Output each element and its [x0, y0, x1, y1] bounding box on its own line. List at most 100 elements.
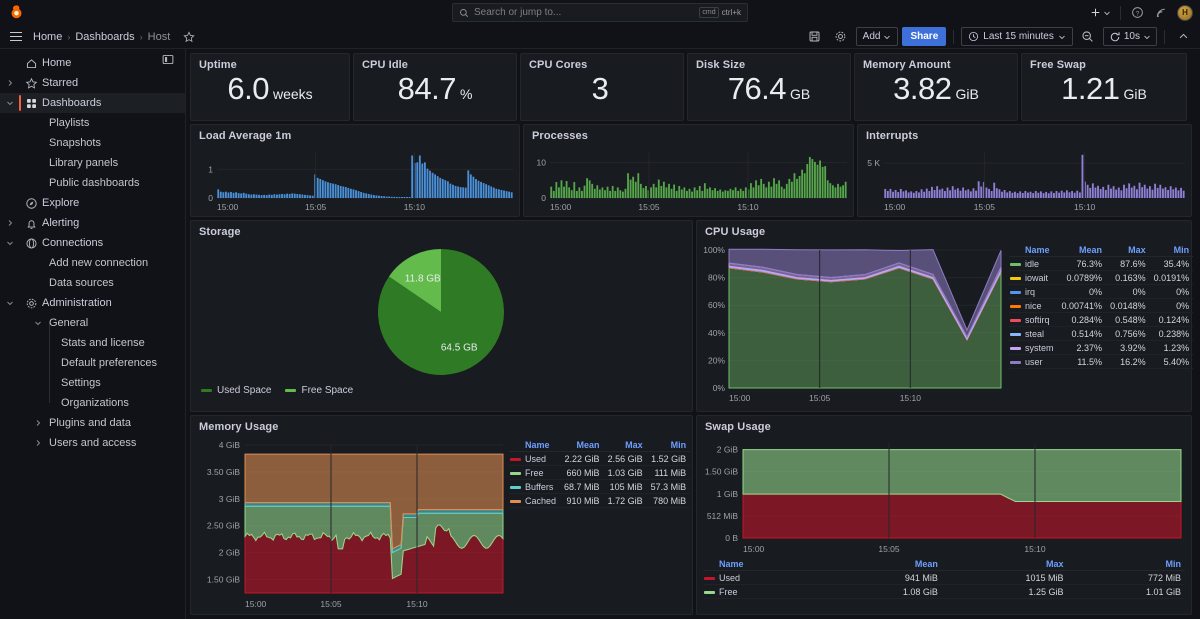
- svg-text:15:05: 15:05: [809, 393, 831, 403]
- sidebar-item-label: Default preferences: [61, 357, 157, 369]
- sidebar-item-starred[interactable]: Starred: [0, 73, 185, 93]
- sidebar-item-label: Home: [42, 57, 72, 69]
- legend-row[interactable]: iowait 0.0789% 0.163% 0.0191%: [1009, 270, 1194, 285]
- star-outline-icon[interactable]: [183, 30, 195, 43]
- svg-text:10: 10: [537, 158, 547, 168]
- legend-item-used-space[interactable]: Used Space: [201, 385, 271, 396]
- add-label: Add: [862, 31, 881, 42]
- chevron-down-icon[interactable]: [0, 239, 20, 247]
- panel-title: Disk Size: [696, 59, 746, 71]
- sidebar-item-home[interactable]: Home: [0, 53, 185, 73]
- refresh-picker[interactable]: 10s: [1102, 27, 1157, 46]
- panel-title: CPU Idle: [362, 59, 409, 71]
- legend-series-name: Used: [703, 570, 825, 585]
- global-search[interactable]: Search or jump to... cmd ctrl+k: [452, 3, 748, 22]
- sidebar-item-library-panels[interactable]: Library panels: [0, 153, 185, 173]
- breadcrumb-item-home[interactable]: Home: [33, 31, 62, 43]
- hamburger-menu-icon[interactable]: [6, 27, 26, 47]
- sidebar-item-dashboards[interactable]: Dashboards: [0, 93, 185, 113]
- add-panel-button[interactable]: Add: [855, 27, 899, 46]
- legend-mean: 76.3%: [1057, 256, 1107, 271]
- legend-swatch: [285, 389, 297, 392]
- panel-interrupts: Interrupts 5 K 15:00 15:05 15:10: [857, 124, 1192, 217]
- sidebar-item-data-sources[interactable]: Data sources: [0, 273, 185, 293]
- chevron-up-icon[interactable]: [1172, 27, 1194, 47]
- legend-swatch: [1010, 263, 1021, 266]
- legend-row[interactable]: user 11.5% 16.2% 5.40%: [1009, 354, 1194, 369]
- legend-swatch: [1010, 361, 1021, 364]
- user-avatar[interactable]: H: [1174, 3, 1196, 23]
- legend-row[interactable]: idle 76.3% 87.6% 35.4%: [1009, 256, 1194, 271]
- legend-row[interactable]: nice 0.00741% 0.0148% 0%: [1009, 298, 1194, 313]
- legend-max: 0.548%: [1106, 312, 1150, 327]
- sidebar-item-add-new-connection[interactable]: Add new connection: [0, 253, 185, 273]
- legend-item-free-space[interactable]: Free Space: [285, 385, 353, 396]
- chevron-right-icon[interactable]: [28, 439, 48, 447]
- stat-value: 6.0 weeks: [191, 73, 349, 117]
- sidebar-item-connections[interactable]: Connections: [0, 233, 185, 253]
- save-disk-icon[interactable]: [804, 27, 826, 47]
- sidebar-item-playlists[interactable]: Playlists: [0, 113, 185, 133]
- search-shortcut: cmd ctrl+k: [699, 7, 741, 18]
- sidebar-item-default-preferences[interactable]: Default preferences: [0, 353, 185, 373]
- legend-mean: 941 MiB: [824, 570, 942, 585]
- divider: [1164, 29, 1165, 44]
- panel-swap-usage: Swap Usage 0 B 512 MiB 1 GiB 1.50 GiB 2 GiB 1…: [696, 415, 1192, 615]
- sidebar-item-alerting[interactable]: Alerting: [0, 213, 185, 233]
- svg-text:15:05: 15:05: [878, 544, 900, 554]
- legend-table: Name Mean Max Min Used 2.22 GiB 2.56 GiB 1.52 G…: [509, 439, 691, 508]
- breadcrumb-item-dashboards[interactable]: Dashboards: [75, 31, 134, 43]
- panel-title: CPU Usage: [705, 226, 766, 238]
- gear-icon[interactable]: [830, 27, 852, 47]
- sidebar-item-general[interactable]: General: [0, 313, 185, 333]
- sidebar-item-label: Public dashboards: [49, 177, 140, 189]
- share-button[interactable]: Share: [902, 27, 947, 46]
- sidebar-item-explore[interactable]: Explore: [0, 193, 185, 213]
- sidebar-item-organizations[interactable]: Organizations: [0, 393, 185, 413]
- area-free: [742, 449, 1182, 503]
- legend-row[interactable]: Free 1.08 GiB 1.25 GiB 1.01 GiB: [703, 584, 1185, 599]
- chevron-right-icon[interactable]: [0, 219, 20, 227]
- legend-row[interactable]: Cached 910 MiB 1.72 GiB 780 MiB: [509, 493, 691, 508]
- svg-text:0%: 0%: [713, 383, 726, 393]
- chevron-down-icon[interactable]: [0, 99, 20, 107]
- divider: [953, 29, 955, 44]
- svg-text:15:00: 15:00: [729, 393, 751, 403]
- sidebar-item-public-dashboards[interactable]: Public dashboards: [0, 173, 185, 193]
- help-circle-icon[interactable]: ?: [1126, 3, 1148, 23]
- sidebar-item-label: Organizations: [61, 397, 129, 409]
- breadcrumb-item-host[interactable]: Host: [148, 31, 171, 43]
- legend-row[interactable]: irq 0% 0% 0%: [1009, 284, 1194, 299]
- legend-row[interactable]: Buffers 68.7 MiB 105 MiB 57.3 MiB: [509, 479, 691, 494]
- legend-max: 0%: [1106, 284, 1150, 299]
- legend-min: 0.0191%: [1149, 270, 1194, 285]
- zoom-out-icon[interactable]: [1077, 27, 1099, 47]
- sidebar-item-administration[interactable]: Administration: [0, 293, 185, 313]
- chevron-right-icon[interactable]: [28, 419, 48, 427]
- legend-row[interactable]: steal 0.514% 0.756% 0.238%: [1009, 326, 1194, 341]
- svg-text:0: 0: [541, 193, 546, 203]
- svg-text:60%: 60%: [708, 300, 725, 310]
- sidebar-item-stats-and-license[interactable]: Stats and license: [0, 333, 185, 353]
- legend-row[interactable]: Used 2.22 GiB 2.56 GiB 1.52 GiB: [509, 451, 691, 466]
- legend-row[interactable]: Used 941 MiB 1015 MiB 772 MiB: [703, 570, 1185, 585]
- legend-row[interactable]: softirq 0.284% 0.548% 0.124%: [1009, 312, 1194, 327]
- chevron-down-icon[interactable]: [0, 299, 20, 307]
- svg-text:15:10: 15:10: [406, 599, 428, 609]
- chevron-right-icon[interactable]: [0, 79, 20, 87]
- legend-row[interactable]: Free 660 MiB 1.03 GiB 111 MiB: [509, 465, 691, 480]
- grafana-logo-icon[interactable]: [4, 0, 28, 25]
- stat-value: 3.82 GiB: [855, 73, 1017, 117]
- search-input[interactable]: Search or jump to... cmd ctrl+k: [452, 3, 748, 22]
- legend-row[interactable]: system 2.37% 3.92% 1.23%: [1009, 340, 1194, 355]
- news-rss-icon[interactable]: [1150, 3, 1172, 23]
- chevron-down-icon[interactable]: [28, 319, 48, 327]
- create-new-button[interactable]: [1085, 3, 1115, 23]
- sidebar-item-settings[interactable]: Settings: [0, 373, 185, 393]
- sidebar-item-users-and-access[interactable]: Users and access: [0, 433, 185, 453]
- legend-header-name: Name: [1009, 244, 1058, 257]
- svg-text:?: ?: [1135, 10, 1139, 17]
- sidebar-item-snapshots[interactable]: Snapshots: [0, 133, 185, 153]
- sidebar-item-plugins-and-data[interactable]: Plugins and data: [0, 413, 185, 433]
- time-range-picker[interactable]: Last 15 minutes: [961, 27, 1073, 46]
